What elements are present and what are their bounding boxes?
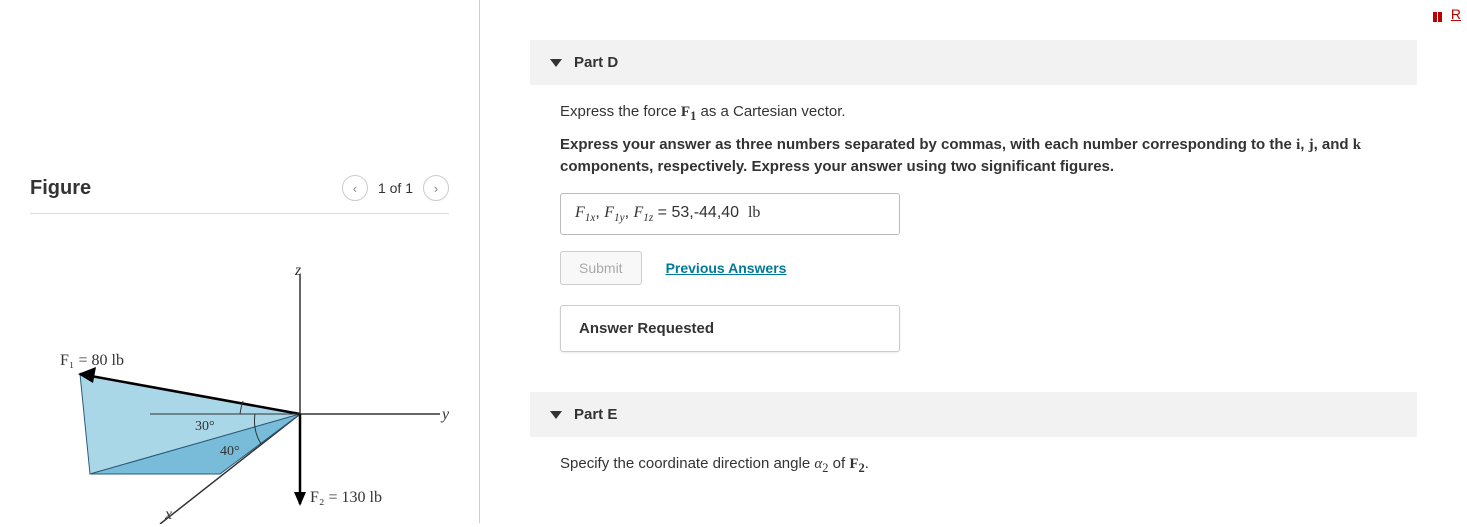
prompt-text: Express the force [560,103,681,120]
caret-down-icon [550,411,562,419]
answer-display: F1x, F1y, F1z = 53,-44,40 lb [560,193,900,235]
question-panel: R Part D Express the force F1 as a Carte… [480,0,1467,523]
submit-button[interactable]: Submit [560,251,642,285]
prompt-text-suffix: as a Cartesian vector. [696,103,845,120]
caret-down-icon [550,59,562,67]
figure-diagram: z y x F₁ = 80 lb F₂ = 130 lb 30° 40° [30,244,450,524]
angle-40-label: 40° [220,444,240,460]
figure-title: Figure [30,177,91,200]
part-e-title: Part E [574,406,617,423]
part-e-body: Specify the coordinate direction angle α… [480,437,1467,476]
force-f1-label: F₁ = 80 lb [60,352,124,370]
part-d-body: Express the force F1 as a Cartesian vect… [480,85,1467,352]
angle-30-label: 30° [195,419,215,435]
force-f2-label: F₂ = 130 lb [310,489,382,507]
figure-pager: ‹ 1 of 1 › [342,175,449,201]
answer-unit: lb [748,204,760,221]
part-e-prompt: Specify the coordinate direction angle α… [560,455,1417,476]
part-e-header[interactable]: Part E [530,392,1417,437]
answer-value: 53,-44,40 [671,204,739,221]
pause-icon [1433,9,1447,19]
top-right-link[interactable]: R [1433,6,1461,22]
pager-prev-button[interactable]: ‹ [342,175,368,201]
top-right-link-text: R [1451,6,1461,22]
axis-z-label: z [295,262,301,280]
part-d-prompt: Express the force F1 as a Cartesian vect… [560,103,1417,124]
part-d-instruction: Express your answer as three numbers sep… [560,134,1417,177]
axis-y-label: y [442,406,449,424]
vector-f1: F1 [681,104,696,120]
previous-answers-link[interactable]: Previous Answers [666,260,787,276]
chevron-right-icon: › [434,181,438,196]
pager-text: 1 of 1 [378,180,413,196]
part-d-header[interactable]: Part D [530,40,1417,85]
part-d-title: Part D [574,54,618,71]
chevron-left-icon: ‹ [353,181,357,196]
figure-panel: Figure ‹ 1 of 1 › [0,0,480,523]
axis-x-label: x [165,506,172,524]
answer-status: Answer Requested [560,305,900,352]
pager-next-button[interactable]: › [423,175,449,201]
